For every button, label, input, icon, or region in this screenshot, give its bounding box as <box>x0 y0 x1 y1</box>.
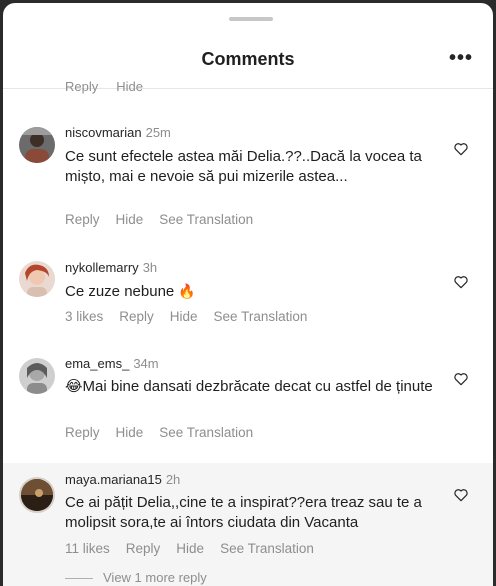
like-heart-icon[interactable] <box>453 487 469 503</box>
username[interactable]: niscovmarian <box>65 125 142 140</box>
reply-button[interactable]: Reply <box>126 541 161 556</box>
view-more-replies-label[interactable]: View 1 more reply <box>103 570 207 585</box>
comment-actions: 3 likes Reply Hide See Translation <box>65 309 323 324</box>
avatar[interactable] <box>19 127 55 163</box>
username[interactable]: nykollemarry <box>65 260 139 275</box>
comment-text-content: Ce zuze nebune <box>65 283 175 300</box>
like-heart-icon[interactable] <box>453 371 469 387</box>
laughing-emoji-icon: 😂 <box>65 378 83 395</box>
username[interactable]: maya.mariana15 <box>65 472 162 487</box>
see-translation-button[interactable]: See Translation <box>159 425 253 440</box>
reply-button[interactable]: Reply <box>65 79 98 94</box>
comment-text: Ce ai pățit Delia,,cine te a inspirat??e… <box>65 494 422 531</box>
comments-sheet: Comments ••• Reply Hide niscovmarian 25m C… <box>3 3 493 586</box>
like-heart-icon[interactable] <box>453 274 469 290</box>
avatar[interactable] <box>19 261 55 297</box>
timestamp: 2h <box>165 472 181 487</box>
timestamp: 34m <box>133 356 159 371</box>
comment-meta: nykollemarry 3h <box>65 260 157 275</box>
cut-off-actions: Reply Hide <box>65 79 161 94</box>
comment-text: Ce zuze nebune 🔥 <box>65 281 435 302</box>
comment-text: 😂Mai bine dansati dezbrăcate decat cu as… <box>65 377 435 397</box>
comment-meta: ema_ems_ 34m <box>65 356 159 371</box>
see-translation-button[interactable]: See Translation <box>214 309 308 324</box>
page-title: Comments <box>201 49 295 69</box>
like-heart-icon[interactable] <box>453 141 469 157</box>
username[interactable]: ema_ems_ <box>65 356 129 371</box>
comment-text-content: Mai bine dansati dezbrăcate decat cu ast… <box>82 378 433 395</box>
avatar[interactable] <box>19 358 55 394</box>
hide-button[interactable]: Hide <box>116 79 143 94</box>
divider-line <box>65 578 93 580</box>
hide-button[interactable]: Hide <box>176 541 204 556</box>
hide-button[interactable]: Hide <box>116 425 144 440</box>
view-more-replies[interactable]: View 1 more reply <box>65 570 207 585</box>
comment-actions: Reply Hide See Translation <box>65 425 269 440</box>
hide-button[interactable]: Hide <box>170 309 198 324</box>
likes-count[interactable]: 11 likes <box>65 541 110 556</box>
comment-text: Ce sunt efectele astea măi Delia.??..Dac… <box>65 148 422 185</box>
reply-button[interactable]: Reply <box>65 212 100 227</box>
drag-handle[interactable] <box>229 17 273 21</box>
timestamp: 25m <box>145 125 171 140</box>
fire-icon: 🔥 <box>178 283 196 299</box>
comment-actions: 11 likes Reply Hide See Translation <box>65 541 330 556</box>
reply-button[interactable]: Reply <box>119 309 154 324</box>
comment-meta: maya.mariana15 2h <box>65 472 180 487</box>
reply-button[interactable]: Reply <box>65 425 100 440</box>
hide-button[interactable]: Hide <box>116 212 144 227</box>
timestamp: 3h <box>142 260 158 275</box>
likes-count[interactable]: 3 likes <box>65 309 103 324</box>
avatar[interactable] <box>19 477 55 513</box>
comment-actions: Reply Hide See Translation <box>65 212 269 227</box>
comment-meta: niscovmarian 25m <box>65 125 171 140</box>
see-translation-button[interactable]: See Translation <box>220 541 314 556</box>
more-options-icon[interactable]: ••• <box>449 47 473 70</box>
see-translation-button[interactable]: See Translation <box>159 212 253 227</box>
